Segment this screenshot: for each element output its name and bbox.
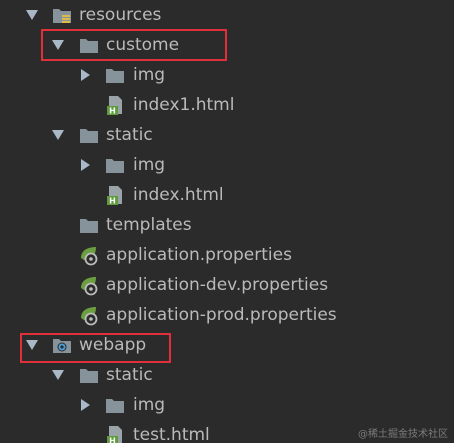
folder-icon	[80, 219, 98, 233]
chevron-right-icon[interactable]	[78, 158, 92, 172]
tree-node-label: static	[106, 125, 153, 145]
tree-node-label: img	[133, 395, 166, 415]
tree-node-label: application-dev.properties	[106, 275, 329, 295]
tree-node-label: index1.html	[133, 95, 235, 115]
highlight-box-custome	[41, 29, 227, 61]
tree-node-static[interactable]: static	[0, 360, 454, 390]
tree-node-templates[interactable]: templates	[0, 210, 454, 240]
svg-text:H: H	[109, 107, 116, 116]
tree-node-resources[interactable]: resources	[0, 0, 454, 30]
resources-folder-icon	[53, 9, 71, 23]
tree-node-application-properties[interactable]: application.properties	[0, 240, 454, 270]
svg-text:H: H	[109, 197, 116, 206]
spring-properties-icon	[81, 247, 98, 266]
tree-node-label: index.html	[133, 185, 224, 205]
tree-node-index1-html[interactable]: H index1.html	[0, 90, 454, 120]
tree-node-label: templates	[106, 215, 192, 235]
project-tree: resources custome img H index1.html stat…	[0, 0, 454, 443]
tree-node-label: application-prod.properties	[106, 305, 337, 325]
tree-node-application-dev-properties[interactable]: application-dev.properties	[0, 270, 454, 300]
tree-node-application-prod-properties[interactable]: application-prod.properties	[0, 300, 454, 330]
tree-node-label: img	[133, 155, 166, 175]
folder-icon	[80, 129, 98, 143]
tree-node-label: application.properties	[106, 245, 292, 265]
tree-node-static[interactable]: static	[0, 120, 454, 150]
tree-node-img[interactable]: img	[0, 390, 454, 420]
chevron-right-icon[interactable]	[78, 68, 92, 82]
watermark: @稀土掘金技术社区	[358, 429, 448, 440]
tree-node-index-html[interactable]: H index.html	[0, 180, 454, 210]
folder-icon	[106, 399, 124, 413]
html-file-icon: H	[107, 186, 122, 206]
tree-node-label: resources	[79, 5, 162, 25]
tree-node-img[interactable]: img	[0, 150, 454, 180]
highlight-box-webapp	[20, 333, 171, 363]
html-file-icon: H	[107, 96, 122, 116]
chevron-right-icon[interactable]	[78, 398, 92, 412]
folder-icon	[106, 159, 124, 173]
svg-text:H: H	[109, 437, 116, 443]
spring-properties-icon	[81, 277, 98, 296]
tree-node-img[interactable]: img	[0, 60, 454, 90]
spring-properties-icon	[81, 307, 98, 326]
tree-node-label: static	[106, 365, 153, 385]
chevron-down-icon[interactable]	[51, 368, 65, 382]
tree-node-label: test.html	[133, 425, 210, 443]
tree-node-label: img	[133, 65, 166, 85]
chevron-down-icon[interactable]	[25, 8, 39, 22]
chevron-down-icon[interactable]	[51, 128, 65, 142]
html-file-icon: H	[107, 426, 122, 443]
folder-icon	[80, 369, 98, 383]
folder-icon	[106, 69, 124, 83]
